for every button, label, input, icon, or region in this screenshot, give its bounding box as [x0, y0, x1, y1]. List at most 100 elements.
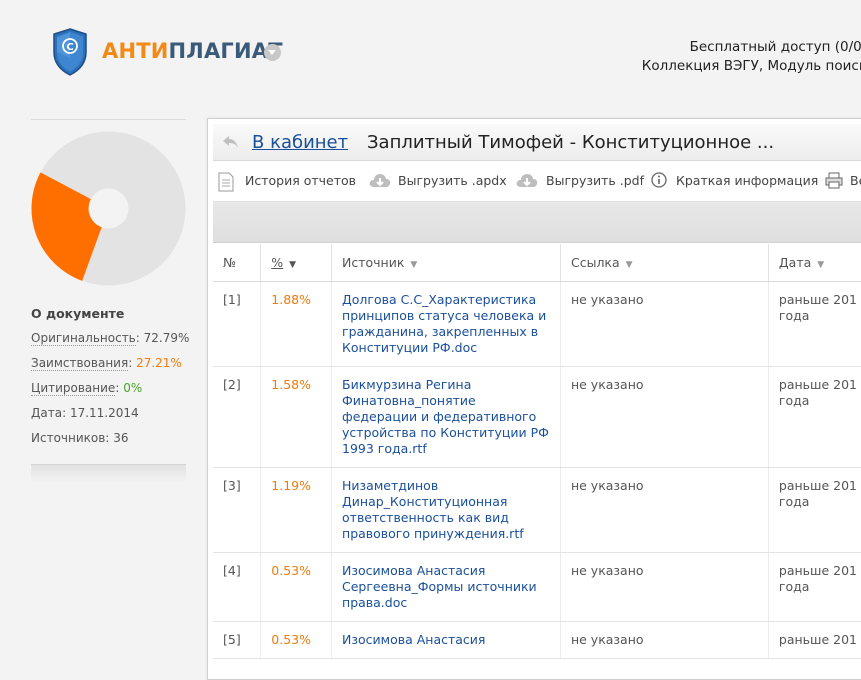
cell-source: Низаметдинов Динар_Конституционная ответ…	[331, 467, 561, 553]
account-info: Бесплатный доступ (0/0) Коллекция ВЭГУ, …	[642, 38, 861, 76]
col-header-date-label: Дата	[778, 255, 812, 270]
cell-link: не указано	[560, 467, 769, 553]
sort-icon: ▼	[410, 260, 418, 270]
borrowing-label: Заимствования	[31, 356, 129, 371]
sources-value: 36	[113, 431, 129, 445]
table-row[interactable]: [5] 0.53% Изосимова Анастасия не указано ран…	[213, 621, 861, 659]
cell-date: раньше 201 года	[768, 366, 861, 468]
sort-desc-icon: ▼	[289, 260, 297, 270]
cell-date: раньше 201	[768, 621, 861, 659]
date-label: Дата:	[31, 406, 67, 420]
table-row[interactable]: [1] 1.88% Долгова С.С_Характеристика принц…	[213, 281, 861, 367]
cell-num: [2]	[213, 366, 262, 468]
back-arrow-icon[interactable]	[221, 133, 241, 151]
col-header-link-label: Ссылка	[570, 255, 620, 270]
antiplagiat-logo[interactable]: C АНТИПЛАГИАТ	[52, 28, 292, 78]
citation-value: 0%	[123, 381, 143, 395]
cell-source-text[interactable]: Долгова С.С_Характеристика принципов ста…	[342, 292, 546, 355]
cell-num: [1]	[213, 281, 262, 367]
cell-date: раньше 201 года	[768, 281, 861, 367]
print-label: Ве	[850, 173, 861, 188]
borrowing-value: 27.21%	[136, 356, 182, 370]
report-history-button[interactable]: История отчетов	[218, 172, 368, 192]
table-row[interactable]: [2] 1.58% Бикмурзина Регина Финатовна_поня…	[213, 366, 861, 468]
left-bottom-divider	[31, 464, 186, 483]
cell-link-text: не указано	[570, 632, 644, 647]
report-titlebar: В кабинет Заплитный Тимофей - Конституци…	[213, 124, 861, 161]
col-header-source[interactable]: Источник ▼	[331, 244, 561, 282]
originality-row: Оригинальность: 72.79%	[31, 331, 190, 346]
report-toolbar: История отчетов Выгрузить .apdx Выгрузит…	[213, 161, 861, 202]
pie-center-hole	[88, 188, 129, 229]
cell-num-text: [5]	[223, 632, 241, 647]
cell-source: Долгова С.С_Характеристика принципов ста…	[331, 281, 561, 367]
sort-icon: ▼	[625, 260, 633, 270]
cell-link-text: не указано	[570, 478, 644, 493]
originality-label: Оригинальность	[31, 331, 136, 346]
cell-pct-text: 0.53%	[271, 632, 311, 647]
filter-bar	[213, 202, 861, 243]
table-row[interactable]: [3] 1.19% Низаметдинов Динар_Конституционн…	[213, 467, 861, 553]
cell-date-text: раньше 201 года	[778, 563, 858, 594]
export-apdx-button[interactable]: Выгрузить .apdx	[368, 172, 508, 190]
cell-date-text: раньше 201 года	[778, 292, 858, 323]
date-value: 17.11.2014	[69, 406, 139, 420]
chevron-down-icon[interactable]	[264, 44, 281, 61]
cell-link: не указано	[560, 366, 769, 468]
cell-pct: 1.58%	[260, 366, 333, 468]
back-to-cabinet-link[interactable]: В кабинет	[252, 132, 348, 153]
originality-value: 72.79%	[143, 331, 190, 345]
document-info: О документе Оригинальность: 72.79% Заимс…	[31, 306, 191, 454]
document-info-title: О документе	[31, 306, 125, 321]
left-divider	[31, 119, 186, 120]
col-header-source-label: Источник	[342, 255, 405, 270]
col-header-link[interactable]: Ссылка ▼	[560, 244, 769, 282]
cell-link-text: не указано	[570, 377, 644, 392]
shield-icon: C	[53, 28, 87, 76]
cell-pct: 1.19%	[260, 467, 333, 553]
cell-num-text: [4]	[223, 563, 241, 578]
cell-pct-text: 0.53%	[271, 563, 311, 578]
cloud-download-icon	[369, 174, 391, 187]
sources-table: № % ▼ Источник ▼ Ссылка ▼ Дата ▼ [1] 1.88% Дол…	[213, 244, 861, 659]
print-button[interactable]: Ве	[825, 172, 861, 190]
cell-link-text: не указано	[570, 563, 644, 578]
brief-info-button[interactable]: Краткая информация	[651, 172, 821, 190]
cell-pct-text: 1.88%	[271, 292, 311, 307]
date-row: Дата: 17.11.2014	[31, 404, 191, 429]
col-header-pct[interactable]: % ▼	[260, 244, 333, 282]
cell-source-text[interactable]: Низаметдинов Динар_Конституционная ответ…	[342, 478, 524, 541]
export-pdf-button[interactable]: Выгрузить .pdf	[515, 172, 645, 190]
cell-source-text[interactable]: Изосимова Анастасия	[342, 632, 485, 647]
cell-source-text[interactable]: Бикмурзина Регина Финатовна_понятие феде…	[342, 377, 549, 456]
cell-date-text: раньше 201 года	[778, 478, 858, 509]
sources-row: Источников: 36	[31, 429, 191, 454]
col-header-date[interactable]: Дата ▼	[768, 244, 861, 282]
borrowing-row: Заимствования: 27.21%	[31, 356, 182, 371]
brief-info-label: Краткая информация	[676, 173, 819, 188]
table-row[interactable]: [4] 0.53% Изосимова Анастасия Сергеевна_Фо…	[213, 552, 861, 622]
cell-link: не указано	[560, 281, 769, 367]
cell-num: [3]	[213, 467, 262, 553]
cell-num-text: [3]	[223, 478, 241, 493]
cell-source: Бикмурзина Регина Финатовна_понятие феде…	[331, 366, 561, 468]
document-title: Заплитный Тимофей - Конституционное ...	[367, 132, 775, 153]
originality-pie-chart	[31, 131, 186, 286]
cell-pct-text: 1.58%	[271, 377, 311, 392]
report-panel: В кабинет Заплитный Тимофей - Конституци…	[207, 118, 861, 680]
info-icon	[651, 172, 667, 188]
cell-source: Изосимова Анастасия Сергеевна_Формы исто…	[331, 552, 561, 622]
cell-link: не указано	[560, 552, 769, 622]
sort-icon: ▼	[817, 260, 825, 270]
cell-date: раньше 201 года	[768, 467, 861, 553]
citation-row: Цитирование: 0%	[31, 381, 143, 396]
cell-date: раньше 201 года	[768, 552, 861, 622]
cell-link: не указано	[560, 621, 769, 659]
cell-num-text: [1]	[223, 292, 241, 307]
cell-date-text: раньше 201 года	[778, 377, 858, 408]
col-header-num-label: №	[223, 255, 237, 270]
cell-pct: 0.53%	[260, 621, 333, 659]
cell-source-text[interactable]: Изосимова Анастасия Сергеевна_Формы исто…	[342, 563, 537, 610]
col-header-pct-label: %	[271, 255, 284, 270]
col-header-num[interactable]: №	[213, 244, 262, 282]
